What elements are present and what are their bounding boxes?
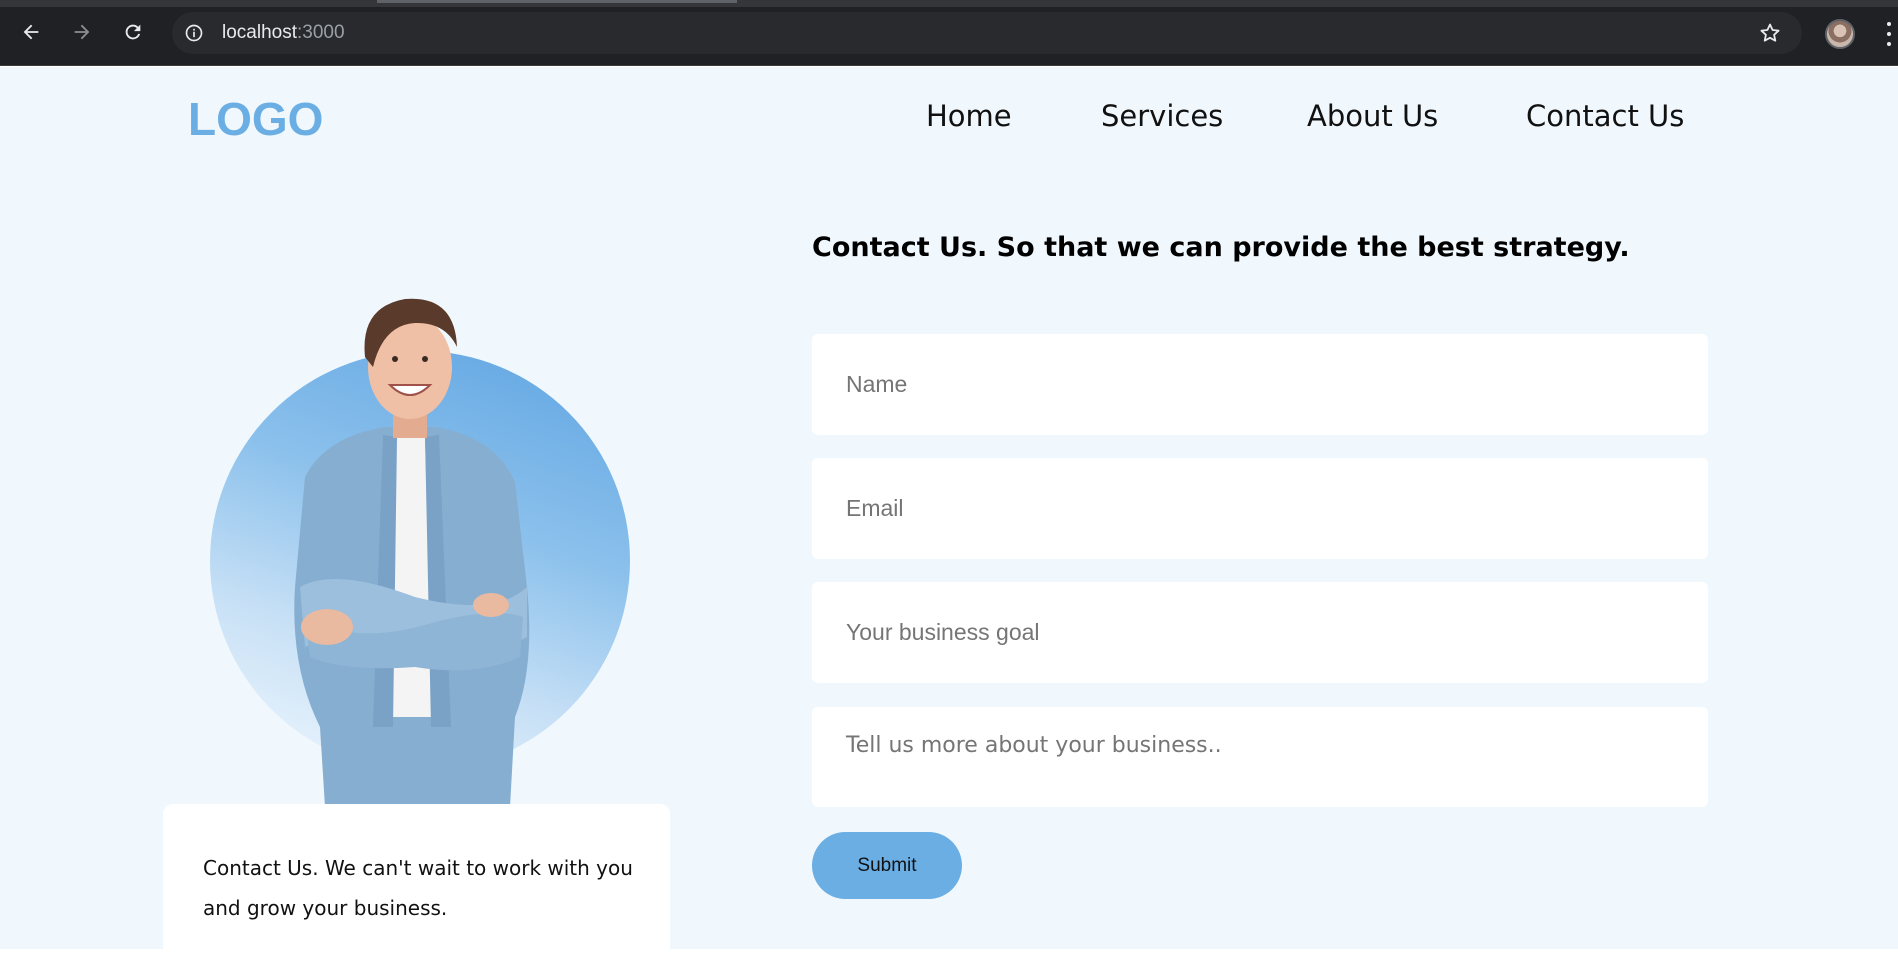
nav-about-us[interactable]: About Us [1307, 99, 1438, 133]
submit-button[interactable]: Submit [812, 832, 962, 899]
info-icon[interactable] [182, 21, 206, 45]
caption-card: Contact Us. We can't wait to work with y… [163, 804, 670, 949]
page-content: LOGO Home Services About Us Contact Us C… [0, 67, 1898, 949]
nav-services[interactable]: Services [1101, 99, 1223, 133]
caption-text: Contact Us. We can't wait to work with y… [203, 856, 633, 920]
business-details-textarea[interactable] [812, 707, 1708, 807]
profile-avatar[interactable] [1825, 19, 1855, 49]
star-icon[interactable] [1758, 21, 1782, 45]
business-goal-field[interactable] [812, 582, 1708, 683]
person-illustration [294, 298, 530, 871]
reload-icon[interactable] [119, 18, 147, 46]
url-port: :3000 [297, 22, 345, 43]
nav-home[interactable]: Home [926, 99, 1012, 133]
logo[interactable]: LOGO [188, 92, 323, 146]
hero-image [150, 207, 670, 871]
nav-contact-us[interactable]: Contact Us [1526, 99, 1684, 133]
menu-icon[interactable] [1886, 22, 1892, 46]
active-tab-indicator [377, 0, 737, 3]
url-text[interactable]: localhost:3000 [222, 22, 345, 44]
browser-toolbar: localhost:3000 [0, 0, 1898, 66]
name-field[interactable] [812, 334, 1708, 435]
email-field[interactable] [812, 458, 1708, 559]
forward-icon[interactable] [68, 18, 96, 46]
url-host: localhost [222, 22, 297, 43]
form-title: Contact Us. So that we can provide the b… [812, 232, 1630, 263]
window-bottom-strip [0, 949, 1898, 963]
back-icon[interactable] [17, 18, 45, 46]
address-bar[interactable]: localhost:3000 [172, 12, 1802, 54]
tab-strip [0, 0, 1898, 7]
